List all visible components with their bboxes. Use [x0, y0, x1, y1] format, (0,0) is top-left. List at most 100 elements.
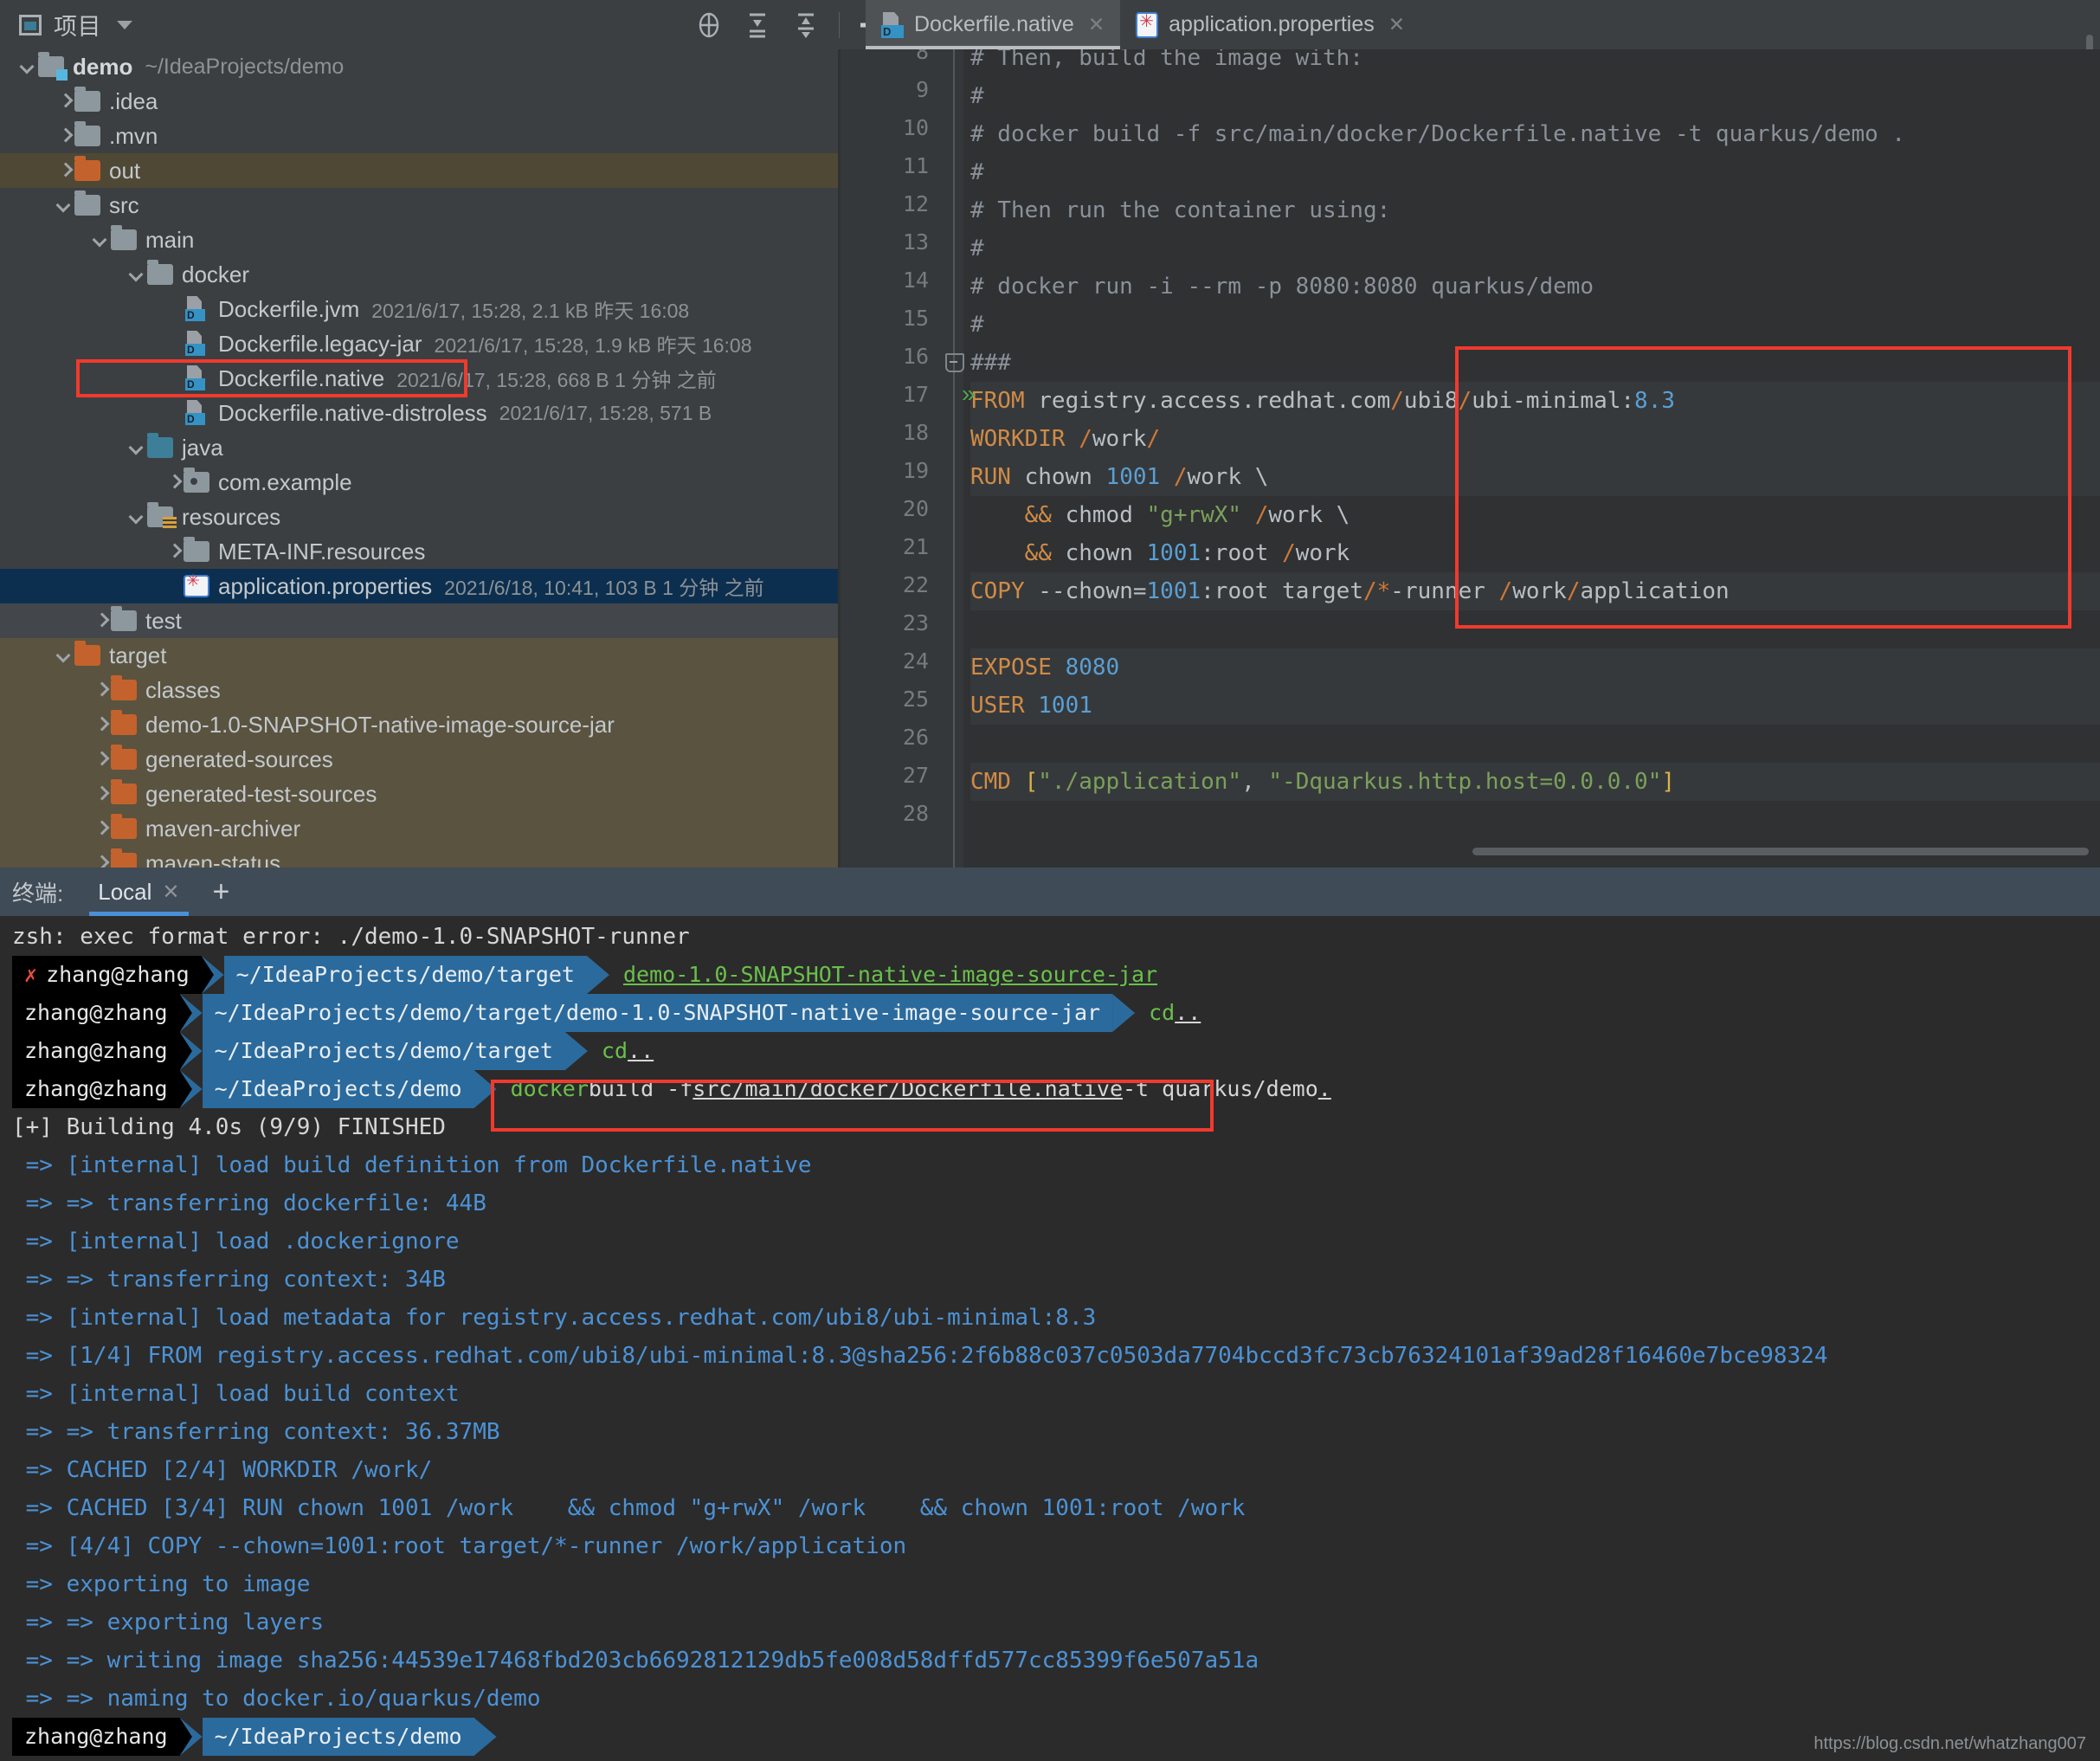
chevron-right-icon[interactable] — [55, 92, 74, 111]
tree-row[interactable]: com.example — [0, 465, 838, 500]
chevron-down-icon[interactable] — [128, 507, 147, 526]
chevron-right-icon[interactable] — [164, 542, 184, 561]
tree-row[interactable]: application.properties2021/6/18, 10:41, … — [0, 569, 838, 603]
chevron-right-icon[interactable] — [92, 854, 111, 868]
tree-row[interactable]: src — [0, 188, 838, 223]
chevron-right-icon[interactable] — [92, 750, 111, 769]
chevron-right-icon[interactable] — [92, 819, 111, 838]
chevron-right-icon[interactable] — [92, 681, 111, 700]
chevron-down-icon[interactable] — [19, 57, 38, 76]
tree-row[interactable]: maven-archiver — [0, 811, 838, 846]
code-line[interactable]: && chown 1001:root /work — [970, 534, 1350, 572]
tree-row[interactable]: DDockerfile.native2021/6/17, 15:28, 668 … — [0, 361, 838, 396]
chevron-down-icon[interactable] — [92, 230, 111, 249]
code-line[interactable]: ### — [970, 344, 1011, 382]
chevron-right-icon[interactable] — [92, 611, 111, 630]
chevron-right-icon[interactable] — [92, 715, 111, 734]
tree-row[interactable]: java — [0, 430, 838, 465]
code-editor[interactable]: 8910111213141516171819202122232425262728… — [841, 49, 2100, 868]
tree-row[interactable]: classes — [0, 673, 838, 707]
chevron-down-icon[interactable] — [128, 438, 147, 457]
tree-row[interactable]: META-INF.resources — [0, 534, 838, 569]
tab-dockerfile-native[interactable]: D Dockerfile.native ✕ — [866, 0, 1120, 49]
project-tool-window-button[interactable]: 项目 — [0, 0, 148, 49]
code-line[interactable]: # Then, build the image with: — [970, 49, 1363, 77]
terminal-output-line: => [4/4] COPY --chown=1001:root target/*… — [12, 1527, 906, 1565]
tree-row[interactable]: test — [0, 603, 838, 638]
terminal-command-input[interactable]: cd .. — [1135, 994, 1201, 1032]
chevron-down-icon[interactable] — [55, 646, 74, 665]
prompt-user-segment: zhang@zhang — [12, 1718, 180, 1756]
terminal-command-input[interactable]: cd .. — [588, 1032, 654, 1070]
tree-row[interactable]: .idea — [0, 84, 838, 119]
terminal-tab-local[interactable]: Local ✕ — [89, 868, 188, 916]
tree-row-label: java — [182, 435, 223, 461]
close-icon[interactable]: ✕ — [1388, 13, 1405, 36]
tree-row[interactable]: maven-status — [0, 846, 838, 868]
chevron-right-icon[interactable] — [55, 161, 74, 180]
terminal-command-input[interactable]: demo-1.0-SNAPSHOT-native-image-source-ja… — [609, 956, 1157, 994]
terminal-output[interactable]: zsh: exec format error: ./demo-1.0-SNAPS… — [0, 916, 2100, 1761]
tree-row[interactable]: DDockerfile.jvm2021/6/17, 15:28, 2.1 kB … — [0, 292, 838, 326]
code-token: ### — [970, 350, 1011, 376]
code-token — [1052, 655, 1066, 681]
tree-row[interactable]: demo-1.0-SNAPSHOT-native-image-source-ja… — [0, 707, 838, 742]
tree-row[interactable]: demo~/IdeaProjects/demo — [0, 49, 838, 84]
tree-row[interactable]: .mvn — [0, 119, 838, 153]
tree-row-meta: 2021/6/17, 15:28, 1.9 kB 昨天 16:08 — [435, 329, 752, 358]
project-tree[interactable]: demo~/IdeaProjects/demo.idea.mvnoutsrcma… — [0, 49, 838, 868]
terminal-prompt-line-current[interactable]: zhang@zhang~/IdeaProjects/demo — [12, 1718, 497, 1756]
folder-icon — [184, 541, 209, 562]
code-line[interactable]: EXPOSE 8080 — [970, 648, 2100, 687]
code-line[interactable]: WORKDIR /work/ — [970, 420, 2100, 458]
code-line[interactable]: USER 1001 — [970, 687, 2100, 725]
terminal-command-input[interactable]: docker build -f src/main/docker/Dockerfi… — [497, 1070, 1331, 1108]
code-line[interactable]: && chmod "g+rwX" /work \ — [970, 496, 1350, 534]
chevron-right-icon[interactable] — [92, 784, 111, 803]
code-line[interactable]: # — [970, 77, 984, 115]
chevron-right-icon[interactable] — [164, 473, 184, 492]
code-line[interactable]: # — [970, 153, 984, 191]
editor-gutter[interactable]: 8910111213141516171819202122232425262728 — [841, 49, 944, 868]
tree-row-label: docker — [182, 261, 249, 288]
chevron-down-icon[interactable] — [55, 196, 74, 215]
code-token: WORKDIR — [970, 426, 1066, 452]
code-token: # — [970, 83, 984, 109]
code-token: , — [1241, 769, 1268, 795]
code-line[interactable]: # docker build -f src/main/docker/Docker… — [970, 115, 1905, 153]
editor-horizontal-scrollbar[interactable] — [1472, 848, 2089, 855]
close-icon[interactable]: ✕ — [162, 880, 179, 905]
tree-row[interactable]: generated-sources — [0, 742, 838, 777]
chevron-down-icon[interactable] — [117, 21, 132, 29]
tree-row[interactable]: main — [0, 223, 838, 257]
tab-application-properties[interactable]: application.properties ✕ — [1120, 0, 1420, 49]
code-line[interactable]: # — [970, 306, 984, 344]
prompt-user-segment: zhang@zhang — [12, 1032, 180, 1070]
code-line[interactable]: # — [970, 229, 984, 268]
tree-row[interactable]: docker — [0, 257, 838, 292]
expand-all-icon[interactable] — [733, 0, 782, 49]
code-line[interactable]: # docker run -i --rm -p 8080:8080 quarku… — [970, 268, 1594, 306]
code-line[interactable]: # Then run the container using: — [970, 191, 1390, 229]
collapse-all-icon[interactable] — [782, 0, 830, 49]
code-line[interactable]: COPY --chown=1001:root target/*-runner /… — [970, 572, 2100, 610]
tree-row[interactable]: resources — [0, 500, 838, 534]
tree-row[interactable]: target — [0, 638, 838, 673]
code-line[interactable]: CMD ["./application", "-Dquarkus.http.ho… — [970, 763, 2100, 801]
chevron-down-icon[interactable] — [128, 265, 147, 284]
tree-row[interactable]: generated-test-sources — [0, 777, 838, 811]
prompt-separator-arrow-icon — [1112, 994, 1135, 1032]
new-terminal-tab-button[interactable]: + — [213, 875, 230, 909]
locate-icon[interactable] — [685, 0, 733, 49]
tree-row[interactable]: DDockerfile.native-distroless2021/6/17, … — [0, 396, 838, 430]
run-dockerfile-icon[interactable]: » — [962, 380, 976, 408]
prompt-separator-arrow-icon — [474, 1718, 497, 1756]
code-line[interactable]: RUN chown 1001 /work \ — [970, 458, 2100, 496]
fold-collapse-icon[interactable] — [944, 352, 963, 372]
chevron-right-icon[interactable] — [55, 126, 74, 145]
code-line[interactable]: FROM registry.access.redhat.com/ubi8/ubi… — [970, 382, 2100, 420]
close-icon[interactable]: ✕ — [1088, 13, 1105, 36]
tree-row-label: com.example — [218, 469, 352, 496]
tree-row[interactable]: DDockerfile.legacy-jar2021/6/17, 15:28, … — [0, 326, 838, 361]
tree-row[interactable]: out — [0, 153, 838, 188]
